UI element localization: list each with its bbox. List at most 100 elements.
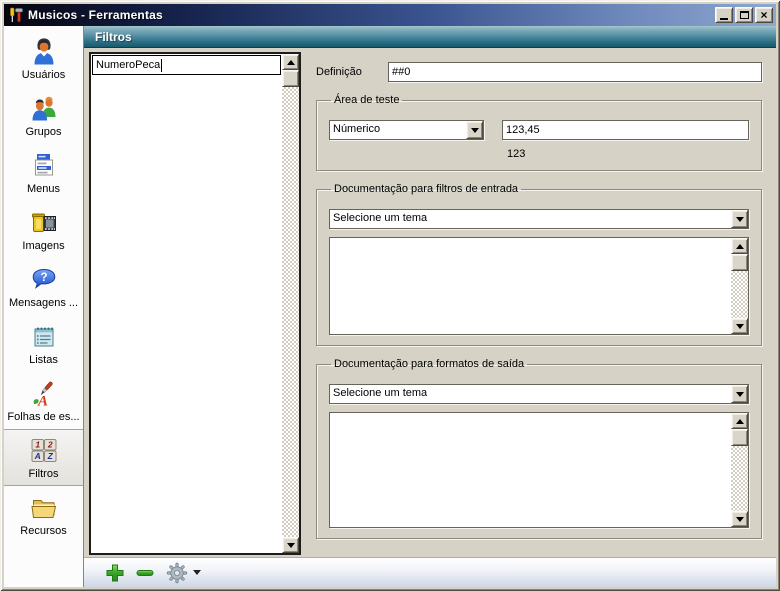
filter-keys-icon: 1 2 A Z [29, 436, 59, 466]
output-docs-groupbox: Documentação para formatos de saída Sele… [316, 358, 762, 539]
sidebar-item-label: Imagens [22, 240, 64, 252]
settings-menu-button[interactable] [166, 562, 201, 584]
output-docs-scrollbar [731, 413, 748, 527]
sidebar-item-recursos[interactable]: Recursos [4, 486, 83, 543]
arrow-down-icon [736, 517, 744, 522]
scroll-down-button[interactable] [731, 318, 748, 334]
input-docs-theme-value: Selecione um tema [330, 210, 731, 228]
section-title: Filtros [95, 30, 132, 44]
input-docs-legend: Documentação para filtros de entrada [331, 183, 521, 195]
scroll-up-button[interactable] [282, 54, 299, 70]
dropdown-button[interactable] [731, 385, 748, 403]
scroll-thumb[interactable] [731, 429, 748, 446]
user-icon [29, 37, 59, 67]
sidebar-item-label: Usuários [22, 69, 65, 81]
sidebar-item-menus[interactable]: Menus [4, 144, 83, 201]
sidebar-item-label: Listas [29, 354, 58, 366]
sidebar-item-imagens[interactable]: Imagens [4, 201, 83, 258]
filter-type-dropdown[interactable]: Númerico [329, 120, 484, 140]
minus-icon [135, 563, 155, 583]
filter-detail-panel: Definição Área de teste Númerico 123 [301, 48, 776, 557]
test-area-groupbox: Área de teste Númerico 123 [316, 94, 762, 171]
sidebar-item-folhas-de-estilo[interactable]: A Folhas de es... [4, 372, 83, 429]
remove-filter-button[interactable] [132, 561, 158, 585]
scroll-down-button[interactable] [731, 511, 748, 527]
app-window: Musicos - Ferramentas × Usuários [0, 0, 780, 591]
output-docs-textarea[interactable] [329, 412, 749, 528]
group-icon [29, 94, 59, 124]
input-docs-theme-dropdown[interactable]: Selecione um tema [329, 209, 749, 229]
sidebar-item-label: Folhas de es... [7, 411, 79, 423]
test-result-text: 123 [502, 148, 749, 160]
sidebar-item-listas[interactable]: Listas [4, 315, 83, 372]
input-docs-groupbox: Documentação para filtros de entrada Sel… [316, 183, 762, 346]
svg-text:?: ? [40, 271, 47, 283]
arrow-up-icon [287, 60, 295, 65]
sidebar-item-usuarios[interactable]: Usuários [4, 30, 83, 87]
minimize-button[interactable] [715, 7, 733, 23]
svg-text:2: 2 [46, 439, 52, 449]
folder-icon [29, 493, 59, 523]
close-button[interactable]: × [755, 7, 773, 23]
filter-name-edit[interactable]: NumeroPeca [92, 55, 281, 75]
message-bubble-icon: ? [29, 265, 59, 295]
output-docs-legend: Documentação para formatos de saída [331, 358, 527, 370]
svg-text:A: A [36, 393, 47, 409]
film-icon [29, 208, 59, 238]
definition-label: Definição [316, 66, 388, 78]
arrow-up-icon [736, 244, 744, 249]
chevron-down-icon [736, 217, 744, 222]
app-tools-icon [8, 7, 24, 23]
scroll-up-button[interactable] [731, 238, 748, 254]
filter-list-body[interactable]: NumeroPeca [91, 54, 282, 553]
scroll-track[interactable] [731, 446, 748, 511]
input-docs-scrollbar [731, 238, 748, 334]
settings-dropdown-arrow-icon [193, 570, 201, 575]
output-docs-text[interactable] [330, 413, 731, 527]
sidebar-item-label: Filtros [29, 468, 59, 480]
bottom-toolbar [84, 557, 776, 587]
gear-icon [166, 562, 188, 584]
sidebar-item-label: Grupos [25, 126, 61, 138]
svg-text:A: A [33, 451, 40, 461]
svg-text:1: 1 [35, 439, 40, 449]
scroll-up-button[interactable] [731, 413, 748, 429]
scroll-down-button[interactable] [282, 537, 299, 553]
test-value-input[interactable] [502, 120, 749, 140]
add-filter-button[interactable] [102, 561, 128, 585]
sidebar-item-grupos[interactable]: Grupos [4, 87, 83, 144]
notepad-icon [29, 322, 59, 352]
dropdown-button[interactable] [731, 210, 748, 228]
title-bar: Musicos - Ferramentas × [4, 4, 776, 26]
filter-type-value: Númerico [330, 121, 466, 139]
scroll-track[interactable] [731, 271, 748, 318]
scroll-thumb[interactable] [731, 254, 748, 271]
input-docs-text[interactable] [330, 238, 731, 334]
dropdown-button[interactable] [466, 121, 483, 139]
filter-list-scrollbar [282, 54, 299, 553]
minimize-icon [720, 18, 728, 20]
scroll-thumb[interactable] [282, 70, 299, 87]
sidebar-item-filtros[interactable]: 1 2 A Z Filtros [4, 429, 83, 486]
sidebar-item-label: Menus [27, 183, 60, 195]
input-docs-textarea[interactable] [329, 237, 749, 335]
output-docs-theme-dropdown[interactable]: Selecione um tema [329, 384, 749, 404]
window-title: Musicos - Ferramentas [28, 8, 713, 22]
close-icon: × [760, 10, 767, 20]
svg-text:Z: Z [46, 451, 53, 461]
section-header: Filtros [84, 26, 776, 48]
sidebar: Usuários Grupos [4, 26, 84, 587]
maximize-button[interactable] [735, 7, 753, 23]
sidebar-item-mensagens[interactable]: ? Mensagens ... [4, 258, 83, 315]
plus-icon [105, 563, 125, 583]
main-area: Filtros NumeroPeca [84, 26, 776, 587]
sidebar-item-label: Recursos [20, 525, 66, 537]
maximize-icon [740, 11, 749, 19]
scroll-track[interactable] [282, 87, 299, 537]
output-docs-theme-value: Selecione um tema [330, 385, 731, 403]
stylesheet-brush-icon: A [29, 379, 59, 409]
text-caret [161, 59, 162, 72]
definition-input[interactable] [388, 62, 762, 82]
sidebar-item-label: Mensagens ... [9, 297, 78, 309]
arrow-down-icon [736, 324, 744, 329]
